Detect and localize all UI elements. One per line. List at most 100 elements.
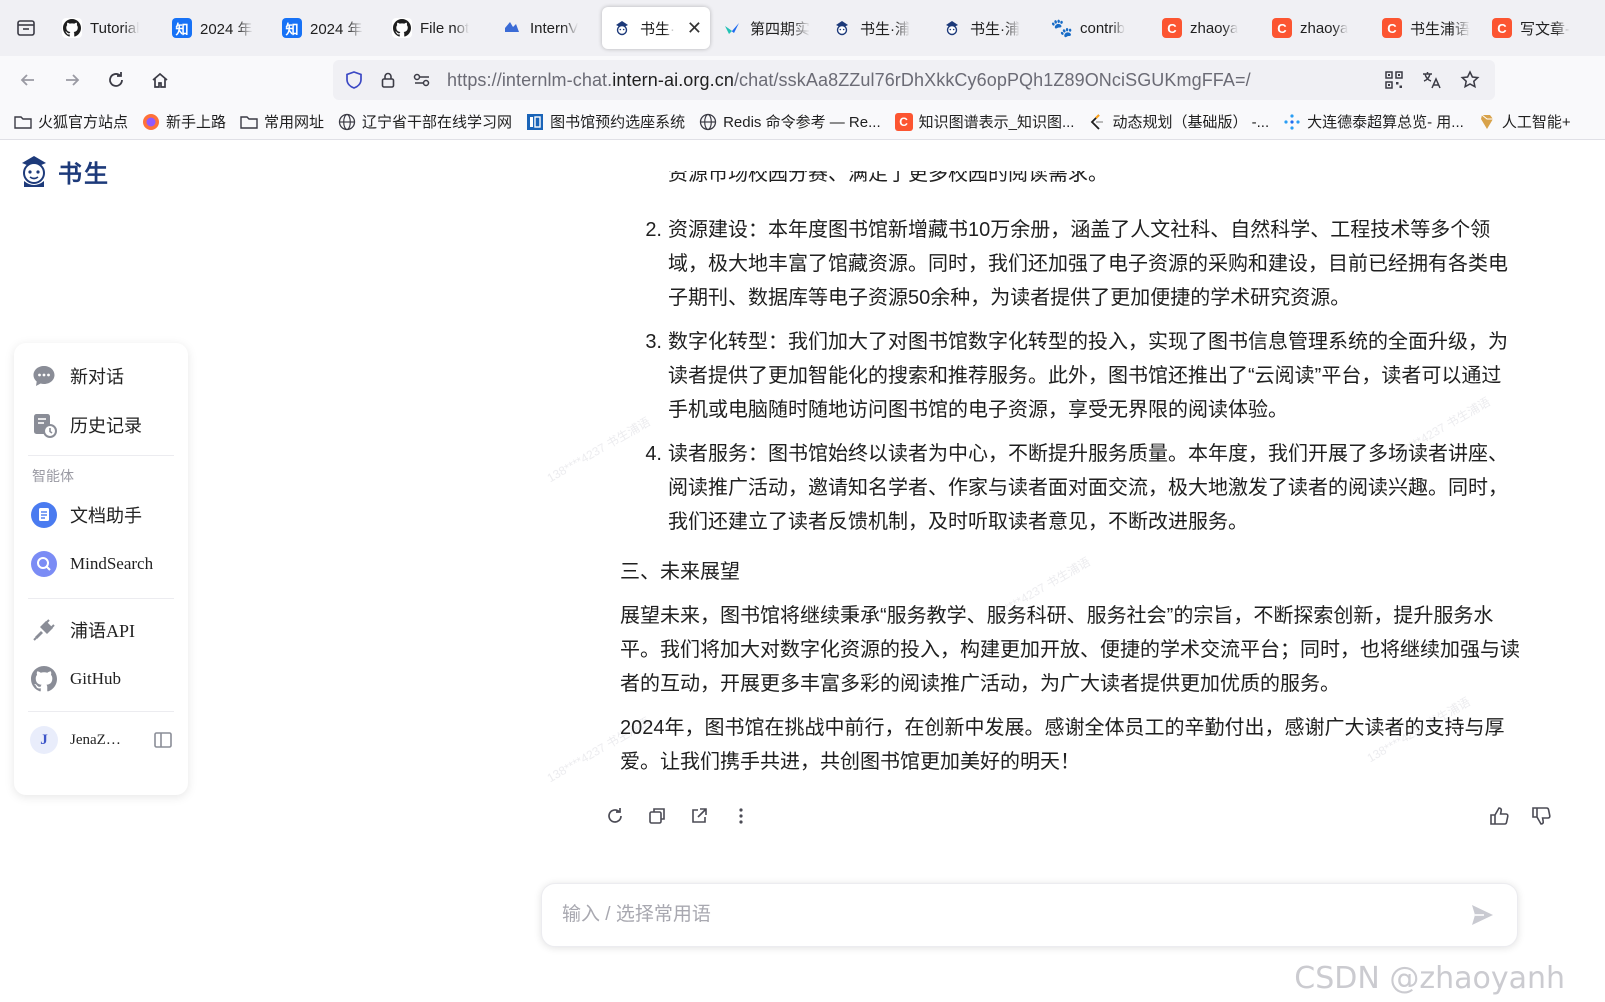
browser-tab[interactable]: 知 2024 年 — [272, 7, 380, 49]
bookmark-item[interactable]: 人工智能+ — [1478, 111, 1571, 132]
bookmark-item[interactable]: C 知识图谱表示_知识图... — [894, 111, 1075, 132]
close-tab-icon[interactable]: ✕ — [687, 18, 702, 39]
browser-tab[interactable]: 书生·浦 — [822, 7, 930, 49]
list-text: 数字化转型：我们加大了对图书馆数字化转型的投入，实现了图书信息管理系统的全面升级… — [668, 331, 1508, 421]
copy-icon[interactable] — [646, 805, 668, 827]
tab-label: contrib — [1080, 19, 1126, 37]
browser-tab[interactable]: 书生·浦 — [932, 7, 1040, 49]
reload-icon[interactable] — [94, 58, 138, 102]
back-arrow-icon[interactable] — [6, 58, 50, 102]
sidebar-divider — [28, 455, 174, 456]
user-profile[interactable]: J JenaZ… — [28, 716, 174, 764]
bookmark-item[interactable]: Redis 命令参考 — Re... — [699, 111, 881, 132]
sidebar-item-new-chat[interactable]: 新对话 — [28, 351, 174, 400]
bookmark-item[interactable]: 辽宁省干部在线学习网 — [338, 111, 512, 132]
site-permissions-icon[interactable] — [405, 63, 439, 97]
tab-label: Tutorial — [90, 19, 140, 37]
github-icon — [62, 18, 82, 38]
chat-bubble-icon — [30, 362, 58, 390]
partial-text-line: 资源市场校园分赛、满足了更多校园的阅读需求。 — [668, 171, 1108, 185]
tab-label: File not — [420, 19, 470, 37]
folder-icon — [14, 113, 32, 131]
sidebar-item-label: 文档助手 — [70, 505, 142, 526]
bookmark-item[interactable]: 大连德泰超算总览- 用... — [1283, 111, 1464, 132]
zhihu-icon: 知 — [172, 18, 192, 38]
share-icon[interactable] — [688, 805, 710, 827]
sidebar-item-api[interactable]: 浦语API — [28, 605, 174, 654]
shusheng-icon — [942, 18, 962, 38]
regenerate-icon[interactable] — [604, 805, 626, 827]
browser-tab[interactable]: File not — [382, 7, 490, 49]
browser-tab[interactable]: 知 2024 年 — [162, 7, 270, 49]
browser-tab[interactable]: 第四期实 — [712, 7, 820, 49]
sidebar-item-doc-assistant[interactable]: 文档助手 — [28, 490, 174, 539]
mindsearch-icon — [30, 550, 58, 578]
tab-label: 第四期实 — [750, 20, 810, 38]
sidebar-item-mindsearch[interactable]: MindSearch — [28, 539, 174, 588]
browser-tab[interactable]: Tutorial — [52, 7, 160, 49]
paragraph: 2024年，图书馆在挑战中前行，在创新中发展。感谢全体员工的辛勤付出，感谢广大读… — [620, 717, 1505, 773]
sidebar-item-label: 历史记录 — [70, 415, 142, 436]
translate-icon[interactable] — [1415, 63, 1449, 97]
bookmark-label: 图书馆预约选座系统 — [550, 114, 686, 131]
lock-icon[interactable] — [371, 63, 405, 97]
bookmark-item[interactable]: 动态规划（基础版） -... — [1088, 111, 1269, 132]
ai-icon — [1478, 113, 1496, 131]
bookmark-star-icon[interactable] — [1453, 63, 1487, 97]
internvl-icon — [502, 18, 522, 38]
sidebar-section-title: 智能体 — [32, 468, 74, 484]
brand-name: 书生 — [58, 160, 110, 188]
paw-icon: 🐾 — [1050, 17, 1074, 38]
feishu-icon — [722, 18, 742, 38]
sidebar-item-github[interactable]: GitHub — [28, 654, 174, 703]
browser-tab[interactable]: Czhaoya — [1152, 7, 1260, 49]
sidebar-divider — [28, 711, 174, 712]
sidebar-collapse-icon[interactable] — [152, 729, 174, 751]
browser-tab[interactable]: C 书生浦语 — [1372, 7, 1480, 49]
tab-label: 书生· — [640, 20, 675, 38]
forward-arrow-icon[interactable] — [50, 58, 94, 102]
thumbs-up-icon[interactable] — [1488, 805, 1510, 832]
sidebar-panel: 新对话 历史记录 智能体 文档助手 MindSearch 浦语API GitHu… — [14, 343, 188, 795]
csdn-icon: C — [1382, 18, 1402, 38]
tab-label: 写文章- — [1520, 20, 1570, 38]
more-options-icon[interactable] — [730, 805, 752, 827]
tab-label: 书生·浦 — [860, 20, 910, 38]
library-icon — [526, 113, 544, 131]
browser-tab[interactable]: C 写文章- — [1482, 7, 1590, 49]
list-item: 4. 读者服务：图书馆始终以读者为中心，不断提升服务质量。本年度，我们开展了多场读… — [620, 437, 1520, 539]
bookmark-item[interactable]: 新手上路 — [142, 111, 226, 132]
github-icon — [30, 665, 58, 693]
tab-label: 2024 年 — [310, 20, 363, 38]
browser-tab[interactable]: 🐾 contrib — [1042, 7, 1150, 49]
address-bar[interactable]: https://internlm-chat.intern-ai.org.cn/c… — [333, 60, 1495, 100]
leetcode-icon — [1088, 113, 1106, 131]
tracking-shield-icon[interactable] — [337, 63, 371, 97]
github-icon — [392, 18, 412, 38]
csdn-icon: C — [1162, 18, 1182, 38]
sidebar-divider — [28, 598, 174, 599]
browser-tab[interactable]: Czhaoya — [1262, 7, 1370, 49]
browser-tab[interactable]: InternV — [492, 7, 600, 49]
bookmark-label: 知识图谱表示_知识图... — [918, 114, 1075, 131]
sidebar-item-label: GitHub — [70, 668, 121, 688]
thumbs-down-icon[interactable] — [1530, 805, 1552, 832]
shusheng-icon — [832, 18, 852, 38]
sidebar-item-history[interactable]: 历史记录 — [28, 400, 174, 449]
tab-active[interactable]: 书生· ✕ — [602, 7, 710, 49]
bookmark-item[interactable]: 常用网址 — [240, 111, 324, 132]
message-actions — [604, 805, 752, 827]
tab-strip: Tutorial 知 2024 年知 2024 年 File not InternV 书生·… — [52, 0, 1592, 56]
chat-input[interactable] — [562, 904, 1467, 926]
browser-tab-bar: Tutorial 知 2024 年知 2024 年 File not InternV 书生·… — [0, 0, 1605, 56]
home-icon[interactable] — [138, 58, 182, 102]
send-icon[interactable] — [1467, 900, 1497, 930]
tab-list-icon[interactable] — [0, 0, 52, 56]
bookmark-item[interactable]: 火狐官方站点 — [14, 111, 128, 132]
rating-actions — [1488, 805, 1552, 832]
list-item: 3. 数字化转型：我们加大了对图书馆数字化转型的投入，实现了图书信息管理系统的全面… — [620, 325, 1520, 427]
brand-logo[interactable]: 书生 — [16, 153, 110, 189]
bookmark-item[interactable]: 图书馆预约选座系统 — [526, 111, 685, 132]
qr-code-icon[interactable] — [1377, 63, 1411, 97]
bookmarks-toolbar: 火狐官方站点 新手上路 常用网址 辽宁省干部在线学习网 图书馆预约选座系统 Redis 命… — [0, 104, 1605, 140]
